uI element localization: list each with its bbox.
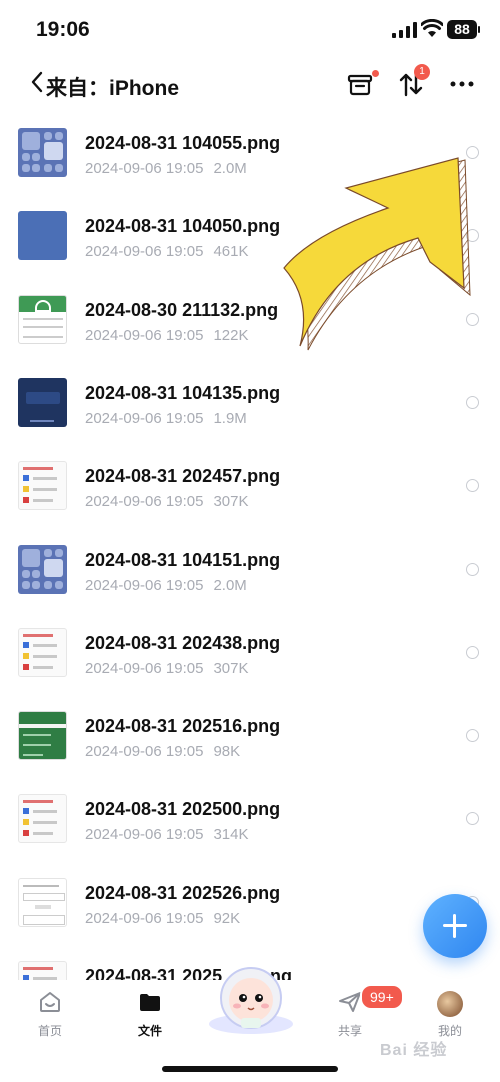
file-row[interactable]: 2024-08-31 202500.png 2024-09-06 19:05 314…: [0, 778, 500, 861]
avatar[interactable]: [437, 991, 463, 1017]
notification-dot: [372, 70, 379, 77]
file-meta: 2024-09-06 19:05 1.9M: [85, 410, 257, 427]
file-size: 314K: [213, 826, 249, 844]
select-radio[interactable]: [466, 645, 479, 659]
status-time: 19:06: [36, 18, 90, 41]
folder-icon: [140, 994, 160, 1011]
tab-share-label: 共享: [337, 1024, 362, 1038]
file-thumbnail: [18, 627, 67, 677]
tab-files[interactable]: 文件: [115, 986, 185, 1042]
file-name: 2024-08-31 202457.png: [85, 466, 281, 487]
page-title: 来自：iPhone: [46, 77, 180, 100]
wifi-icon: [421, 19, 443, 37]
select-radio[interactable]: [466, 479, 479, 493]
file-thumbnail: [18, 711, 67, 761]
file-date: 2024-09-06 19:05: [85, 493, 204, 511]
file-date: 2024-09-06 19:05: [85, 659, 204, 677]
watermark: Bai 经验: [380, 1042, 448, 1059]
file-thumbnail: [18, 211, 67, 261]
more-icon[interactable]: [448, 70, 476, 98]
file-meta: 2024-09-06 19:05 2.0M: [85, 577, 257, 594]
recycle-bin-icon[interactable]: [346, 70, 374, 98]
file-thumbnail: [18, 294, 67, 344]
file-thumbnail: [18, 128, 67, 177]
select-radio[interactable]: [466, 729, 479, 743]
tab-home[interactable]: 首页: [15, 986, 85, 1042]
file-size: 2.0M: [213, 576, 247, 594]
file-meta: 2024-09-06 19:05 2.0M: [85, 160, 257, 177]
file-size: 1.9M: [213, 409, 247, 427]
file-thumbnail: [18, 794, 67, 844]
file-row[interactable]: 2024-08-31 202457.png 2024-09-06 19:05 307…: [0, 445, 500, 528]
file-date: 2024-09-06 19:05: [85, 160, 204, 177]
file-row[interactable]: 2024-08-31 202438.png 2024-09-06 19:05 307…: [0, 612, 500, 695]
file-name: 2024-08-31 104135.png: [85, 382, 281, 403]
file-date: 2024-09-06 19:05: [85, 326, 204, 344]
file-date: 2024-09-06 19:05: [85, 576, 204, 594]
add-button[interactable]: [423, 894, 487, 958]
file-meta: 2024-09-06 19:05 307K: [85, 660, 258, 677]
status-bar: 19:06 88: [0, 0, 500, 60]
share-badge: 99+: [360, 984, 404, 1010]
file-thumbnail: [18, 877, 67, 927]
transfer-badge: 1: [414, 64, 430, 80]
file-meta: 2024-09-06 19:05 92K: [85, 910, 250, 927]
file-size: 461K: [213, 243, 249, 261]
file-meta: 2024-09-06 19:05 307K: [85, 493, 258, 510]
file-thumbnail: [18, 377, 67, 427]
file-meta: 2024-09-06 19:05 314K: [85, 826, 258, 843]
file-name: 2024-08-30 211132.png: [85, 299, 279, 320]
select-radio[interactable]: [466, 562, 479, 576]
battery-level: 88: [447, 20, 477, 39]
file-row[interactable]: 2024-08-31 104135.png 2024-09-06 19:05 1.9…: [0, 362, 500, 445]
file-meta: 2024-09-06 19:05 98K: [85, 743, 250, 760]
file-size: 122K: [213, 326, 249, 344]
file-date: 2024-09-06 19:05: [85, 243, 204, 261]
file-row[interactable]: 2024-08-31 202516.png 2024-09-06 19:05 98K: [0, 695, 500, 778]
file-size: 307K: [213, 493, 249, 511]
file-thumbnail: [18, 461, 67, 511]
tab-home-label: 首页: [37, 1024, 62, 1038]
file-name: 2024-08-31 104055.png: [85, 133, 281, 153]
send-icon: [339, 992, 361, 1012]
file-row[interactable]: 2024-08-31 104151.png 2024-09-06 19:05 2.0…: [0, 529, 500, 612]
mascot-icon[interactable]: [206, 962, 296, 1034]
file-size: 98K: [213, 743, 241, 761]
file-size: 92K: [213, 909, 241, 927]
file-name: 2024-08-31 202500.png: [85, 799, 281, 820]
select-radio[interactable]: [466, 395, 479, 409]
select-radio[interactable]: [466, 812, 479, 826]
file-date: 2024-09-06 19:05: [85, 826, 204, 844]
home-indicator: [162, 1066, 338, 1072]
file-meta: 2024-09-06 19:05 461K: [85, 243, 258, 260]
annotation-arrow-icon: [283, 157, 471, 351]
chevron-left-icon[interactable]: [30, 70, 44, 94]
file-meta: 2024-09-06 19:05 122K: [85, 327, 258, 344]
signal-icon: [392, 22, 417, 38]
tab-files-label: 文件: [137, 1024, 162, 1038]
file-name: 2024-08-31 202438.png: [85, 632, 281, 653]
file-size: 307K: [213, 659, 249, 677]
home-icon: [40, 992, 60, 1012]
nav-header: 来自：iPhone 1: [0, 60, 500, 110]
file-date: 2024-09-06 19:05: [85, 743, 204, 761]
battery-tip: [478, 26, 480, 33]
file-date: 2024-09-06 19:05: [85, 409, 204, 427]
file-name: 2024-08-31 202516.png: [85, 716, 281, 737]
file-name: 2024-08-31 104151.png: [85, 549, 281, 570]
file-name: 2024-08-31 104050.png: [85, 216, 281, 237]
file-thumbnail: [18, 544, 67, 594]
file-size: 2.0M: [213, 160, 247, 177]
file-date: 2024-09-06 19:05: [85, 909, 204, 927]
file-name: 2024-08-31 202526.png: [85, 882, 281, 903]
